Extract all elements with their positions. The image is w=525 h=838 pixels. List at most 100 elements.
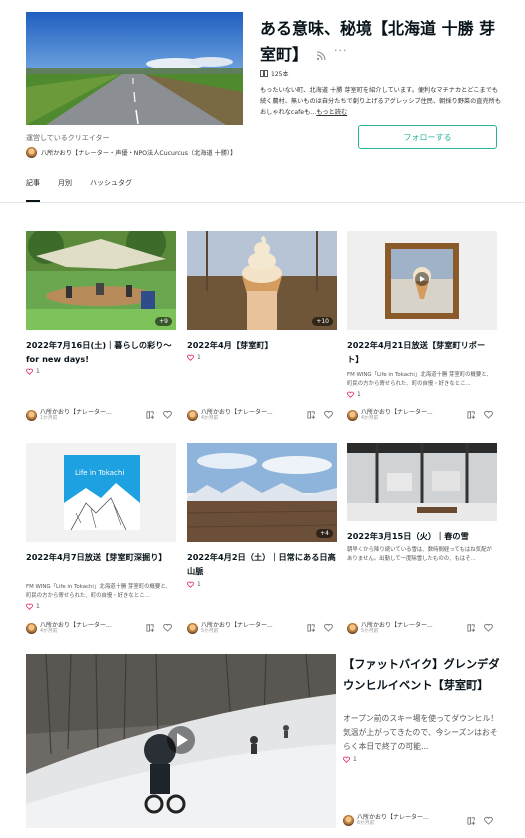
magazine-book-icon (260, 70, 268, 77)
like-icon[interactable] (163, 623, 172, 632)
follow-button[interactable]: フォローする (358, 125, 497, 149)
card-actions (307, 623, 333, 632)
creator-row[interactable]: 八所かおり【ナレーター・声優・NPO法人Cucurcus（北海道 十勝）】 (26, 147, 236, 158)
featured-card-excerpt: オープン前のスキー場を使ってダウンヒル！気温が上がってきたので、今シーズンはおそ… (343, 714, 499, 751)
card-actions (146, 410, 172, 419)
card-actions (307, 410, 333, 419)
featured-card-title[interactable]: 【ファットバイク】グレンデダウンヒルイベント【芽室町】 (343, 654, 501, 696)
card-author[interactable]: 八所かおり【ナレーター... 4か月前 (187, 409, 273, 422)
magazine-description-text: もったいない町、北海道 十勝 芽室町を紹介しています。便利なマチナカとどこまでも… (260, 87, 502, 116)
featured-card-thumbnail[interactable] (26, 654, 336, 828)
card-author[interactable]: 八所かおり【ナレーター... 5か月前 (347, 622, 433, 635)
add-to-magazine-icon[interactable] (146, 623, 155, 632)
like-icon[interactable] (324, 623, 333, 632)
magazine-description: もったいない町、北海道 十勝 芽室町を紹介しています。便利なマチナカとどこまでも… (260, 85, 502, 118)
more-options-icon[interactable]: ··· (334, 44, 348, 57)
card-title[interactable]: 2022年3月15日（火）｜春の雪 (347, 529, 497, 543)
avatar[interactable] (347, 623, 358, 634)
thumbnail-caption: Life in Tokachi (75, 469, 125, 477)
article-count: 125本 (260, 69, 288, 78)
card-actions (146, 623, 172, 632)
magazine-cover-image (26, 12, 243, 125)
article-count-text: 125本 (271, 71, 289, 78)
tab-hashtag[interactable]: ハッシュタグ (90, 178, 132, 202)
post-date: 6か月前 (357, 821, 375, 826)
card-thumbnail[interactable]: +10 (187, 231, 337, 330)
card-author[interactable]: 八所かおり【ナレーター... 4か月前 (347, 409, 433, 422)
post-date: 4か月前 (361, 416, 379, 421)
heart-icon (347, 391, 354, 398)
author-name[interactable]: 八所かおり【ナレーター... (201, 409, 273, 416)
author-name[interactable]: 八所かおり【ナレーター... (361, 409, 433, 416)
author-name[interactable]: 八所かおり【ナレーター... (201, 622, 273, 629)
card-title[interactable]: 2022年7月16日(土)｜暮らしの彩り〜for new days! (26, 338, 176, 366)
tab-articles[interactable]: 記事 (26, 178, 40, 202)
card-thumbnail[interactable] (347, 443, 497, 521)
add-to-magazine-icon[interactable] (467, 410, 476, 419)
like-icon[interactable] (484, 410, 493, 419)
tab-monthly[interactable]: 月別 (58, 178, 72, 202)
author-name[interactable]: 八所かおり【ナレーター... (357, 814, 429, 821)
avatar[interactable] (26, 410, 37, 421)
card-actions (467, 816, 493, 825)
tab-bar: 記事 月別 ハッシュタグ (26, 178, 132, 202)
like-icon[interactable] (324, 410, 333, 419)
heart-icon (187, 354, 194, 361)
card-author[interactable]: 八所かおり【ナレーター... 1か月前 (26, 409, 112, 422)
image-count-badge: +9 (155, 317, 172, 326)
add-to-magazine-icon[interactable] (146, 410, 155, 419)
avatar[interactable] (26, 623, 37, 634)
author-name[interactable]: 八所かおり【ナレーター... (361, 622, 433, 629)
avatar[interactable] (343, 815, 354, 826)
post-date: 5か月前 (361, 629, 379, 634)
creator-name[interactable]: 八所かおり【ナレーター・声優・NPO法人Cucurcus（北海道 十勝）】 (41, 148, 236, 157)
image-count-badge: +4 (316, 529, 333, 538)
add-to-magazine-icon[interactable] (307, 623, 316, 632)
avatar[interactable] (187, 623, 198, 634)
card-excerpt: 朝早くから降り続いている雪は、数時間経ってもはね気配がありません。出勤して一度除… (347, 547, 492, 562)
like-icon[interactable] (163, 410, 172, 419)
rss-icon[interactable] (316, 46, 326, 61)
card-author[interactable]: 八所かおり【ナレーター... 4か月前 (26, 622, 112, 635)
avatar[interactable] (347, 410, 358, 421)
read-more-link[interactable]: もっと読む (316, 109, 347, 116)
card-title[interactable]: 2022年4月2日（土）｜日常にある日高山脈 (187, 550, 337, 578)
card-title[interactable]: 2022年4月7日放送【芽室町深掘り】 (26, 550, 176, 564)
like-count-text: 1 (353, 756, 357, 763)
heart-icon (26, 603, 33, 610)
heart-icon (343, 756, 350, 763)
add-to-magazine-icon[interactable] (467, 816, 476, 825)
post-date: 4か月前 (40, 629, 58, 634)
like-icon[interactable] (484, 816, 493, 825)
avatar[interactable] (26, 147, 37, 158)
tab-divider (0, 202, 525, 203)
like-count: 1 (26, 368, 40, 375)
author-name[interactable]: 八所かおり【ナレーター... (40, 622, 112, 629)
post-date: 1か月前 (40, 416, 58, 421)
card-author[interactable]: 八所かおり【ナレーター... 5か月前 (187, 622, 273, 635)
card-title[interactable]: 2022年4月21日放送【芽室町リポート】 (347, 338, 497, 366)
avatar[interactable] (187, 410, 198, 421)
card-thumbnail[interactable] (347, 231, 497, 330)
like-icon[interactable] (484, 623, 493, 632)
card-excerpt: FM WING「Life in Tokachi」北海道十勝 芽室町の概要と、町民… (347, 372, 492, 387)
like-count-text: 1 (36, 603, 40, 610)
add-to-magazine-icon[interactable] (467, 623, 476, 632)
like-count: 1 (187, 354, 201, 361)
card-thumbnail[interactable]: +4 (187, 443, 337, 542)
card-thumbnail[interactable]: Life in Tokachi (26, 443, 176, 542)
post-date: 5か月前 (201, 629, 219, 634)
card-title[interactable]: 2022年4月【芽室町】 (187, 338, 337, 352)
author-name[interactable]: 八所かおり【ナレーター... (40, 409, 112, 416)
like-count-text: 1 (197, 354, 201, 361)
card-thumbnail[interactable]: +9 (26, 231, 176, 330)
add-to-magazine-icon[interactable] (307, 410, 316, 419)
like-count: 1 (347, 391, 361, 398)
like-count-text: 1 (197, 581, 201, 588)
like-count: 1 (343, 756, 357, 763)
card-author[interactable]: 八所かおり【ナレーター... 6か月前 (343, 814, 429, 827)
like-count-text: 1 (357, 391, 361, 398)
like-count: 1 (187, 581, 201, 588)
like-count: 1 (26, 603, 40, 610)
card-actions (467, 410, 493, 419)
